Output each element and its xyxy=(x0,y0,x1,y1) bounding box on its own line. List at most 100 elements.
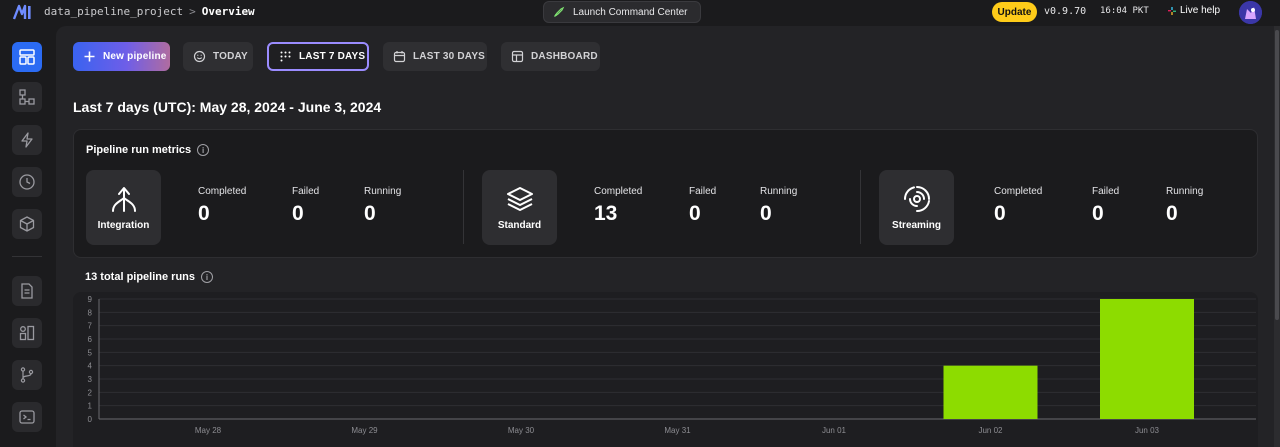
main-content: New pipeline TODAY LAST 7 DAYS LAST 30 D… xyxy=(56,26,1274,447)
info-icon[interactable]: i xyxy=(197,144,210,156)
stat-value: 0 xyxy=(1092,202,1104,225)
new-pipeline-label: New pipeline xyxy=(103,51,167,62)
live-help-link[interactable]: Live help xyxy=(1167,5,1220,16)
bar xyxy=(1100,299,1194,419)
version-label: v0.9.70 xyxy=(1044,6,1087,17)
x-tick-label: May 30 xyxy=(508,426,535,435)
sidebar-terminal-button[interactable] xyxy=(12,402,42,432)
launch-label: Launch Command Center xyxy=(573,6,688,18)
page-title: Last 7 days (UTC): May 28, 2024 - June 3… xyxy=(73,99,382,115)
layers-icon xyxy=(506,187,533,211)
dashboard-icon xyxy=(511,50,524,63)
stat-value: 0 xyxy=(364,202,376,225)
bar xyxy=(943,365,1038,419)
user-avatar[interactable] xyxy=(1239,1,1262,24)
sidebar-runs-button[interactable] xyxy=(12,167,42,197)
stat-value: 0 xyxy=(994,202,1006,225)
rocket-icon xyxy=(554,6,565,17)
grid-dots-icon xyxy=(280,51,291,62)
sidebar-version-control-button[interactable] xyxy=(12,360,42,390)
x-tick-label: May 29 xyxy=(351,426,378,435)
sidebar-triggers-button[interactable] xyxy=(12,125,42,155)
integration-card: Integration xyxy=(86,170,161,245)
sidebar-files-button[interactable] xyxy=(12,276,42,306)
tab-last-7-days-label: LAST 7 DAYS xyxy=(299,51,366,62)
integration-failed: Failed 0 xyxy=(292,186,319,226)
clock-label: 16:04 PKT xyxy=(1100,6,1149,16)
top-bar: data_pipeline_project > Overview Launch … xyxy=(0,0,1280,26)
y-tick-label: 9 xyxy=(88,295,93,304)
cube-icon xyxy=(19,216,35,232)
sidebar-pipelines-button[interactable] xyxy=(12,82,42,112)
vertical-scrollbar[interactable] xyxy=(1274,26,1280,447)
sidebar-overview-button[interactable] xyxy=(12,42,42,72)
tab-today-label: TODAY xyxy=(213,51,248,62)
stat-value: 13 xyxy=(594,202,618,225)
slack-icon xyxy=(1168,6,1176,15)
bar-chart-svg: 0 1 2 3 4 5 6 7 8 9 May 28 May 29 May 30 May 31 Jun 01… xyxy=(88,295,1256,435)
breadcrumb-project[interactable]: data_pipeline_project xyxy=(44,5,183,18)
pipeline-tree-icon xyxy=(19,89,35,105)
stat-label: Failed xyxy=(689,186,717,197)
standard-failed: Failed 0 xyxy=(689,186,716,226)
total-runs-title: 13 total pipeline runs i xyxy=(85,271,214,283)
mage-logo-icon[interactable] xyxy=(12,3,34,21)
launch-command-center-button[interactable]: Launch Command Center xyxy=(543,1,701,23)
layout-icon xyxy=(19,49,35,65)
y-tick-label: 1 xyxy=(88,402,93,411)
stat-value: 0 xyxy=(760,202,772,225)
info-icon[interactable]: i xyxy=(201,271,214,283)
stat-label: Running xyxy=(760,186,798,197)
metrics-title: Pipeline run metrics i xyxy=(86,144,210,156)
x-tick-label: Jun 02 xyxy=(978,426,1003,435)
sidebar-divider xyxy=(12,256,42,257)
pipeline-run-metrics-panel: Pipeline run metrics i Integration Compl… xyxy=(73,129,1258,258)
metrics-divider xyxy=(860,170,861,244)
x-tick-label: Jun 03 xyxy=(1135,426,1160,435)
integration-completed: Completed 0 xyxy=(198,186,246,226)
lightning-icon xyxy=(21,132,33,148)
update-button[interactable]: Update xyxy=(992,2,1037,22)
integration-icon xyxy=(111,187,136,212)
sidebar-blocks-button[interactable] xyxy=(12,209,42,239)
stat-label: Failed xyxy=(1092,186,1120,197)
metrics-divider xyxy=(463,170,464,244)
total-runs-label: 13 total pipeline runs xyxy=(85,271,196,283)
stat-value: 0 xyxy=(689,202,701,225)
streaming-failed: Failed 0 xyxy=(1092,186,1119,226)
x-tick-label: May 28 xyxy=(195,426,222,435)
standard-completed: Completed 13 xyxy=(594,186,642,226)
tab-today[interactable]: TODAY xyxy=(183,42,253,71)
stat-label: Running xyxy=(1166,186,1204,197)
sidebar-templates-button[interactable] xyxy=(12,318,42,348)
y-tick-label: 8 xyxy=(88,308,93,317)
tab-last-7-days[interactable]: LAST 7 DAYS xyxy=(267,42,369,71)
stat-label: Completed xyxy=(198,186,247,197)
tab-last-30-days-label: LAST 30 DAYS xyxy=(413,51,486,62)
scrollbar-thumb[interactable] xyxy=(1275,30,1279,320)
avatar-icon xyxy=(1239,1,1262,24)
new-pipeline-button[interactable]: New pipeline xyxy=(73,42,170,71)
y-tick-label: 6 xyxy=(88,335,93,344)
y-tick-label: 5 xyxy=(88,348,93,357)
standard-label: Standard xyxy=(497,220,542,231)
streaming-card: Streaming xyxy=(879,170,954,245)
x-tick-label: May 31 xyxy=(664,426,691,435)
streaming-completed: Completed 0 xyxy=(994,186,1042,226)
stat-label: Running xyxy=(364,186,402,197)
stat-label: Completed xyxy=(594,186,643,197)
file-icon xyxy=(21,283,33,299)
x-tick-label: Jun 01 xyxy=(822,426,847,435)
tab-dashboard[interactable]: DASHBOARD xyxy=(501,42,600,71)
streaming-icon xyxy=(903,186,930,213)
stat-label: Failed xyxy=(292,186,320,197)
standard-card: Standard xyxy=(482,170,557,245)
integration-label: Integration xyxy=(97,220,150,231)
templates-icon xyxy=(19,325,35,341)
terminal-icon xyxy=(19,410,35,424)
y-tick-label: 2 xyxy=(88,388,93,397)
streaming-running: Running 0 xyxy=(1166,186,1203,226)
tab-last-30-days[interactable]: LAST 30 DAYS xyxy=(383,42,487,71)
smile-icon xyxy=(193,50,206,63)
git-branch-icon xyxy=(20,367,34,383)
